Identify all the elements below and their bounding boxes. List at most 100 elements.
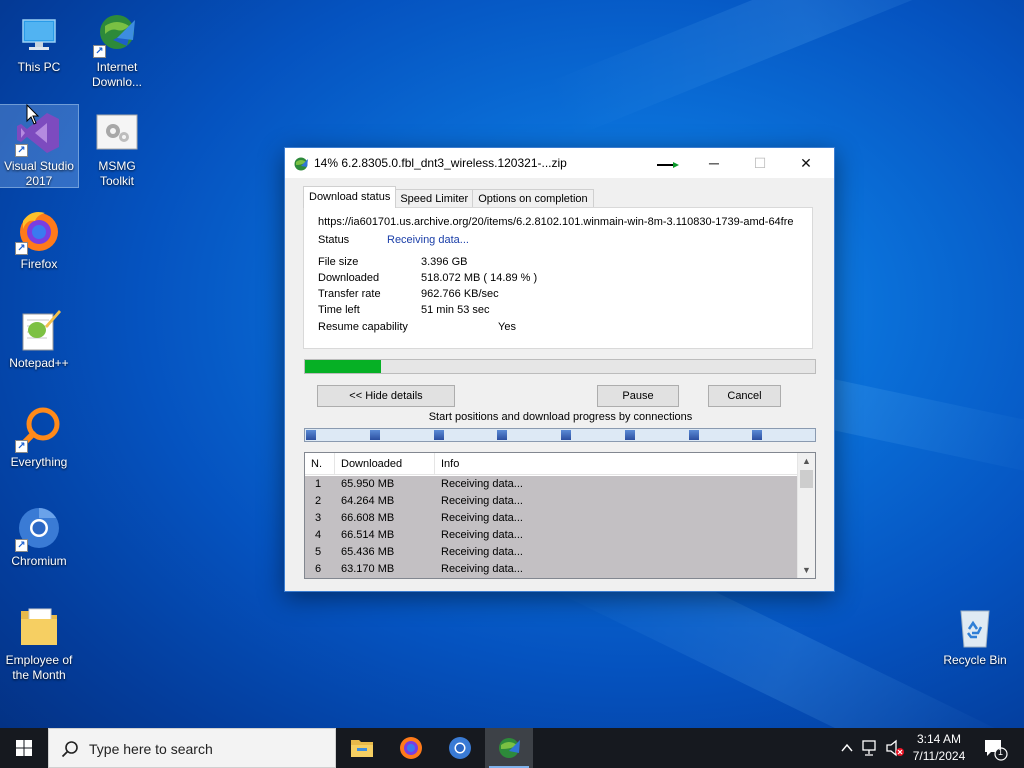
table-scrollbar[interactable]: ▲ ▼ — [797, 453, 815, 578]
tab-download-status[interactable]: Download status — [303, 186, 397, 208]
connection-segment — [625, 430, 635, 440]
table-row[interactable]: 2 64.264 MB Receiving data... — [305, 493, 797, 510]
row-downloaded: 63.170 MB — [341, 563, 395, 575]
table-row[interactable]: 4 66.514 MB Receiving data... — [305, 527, 797, 544]
transfer-rate-label: Transfer rate — [318, 288, 381, 300]
desktop-icon-internet-download-manager[interactable]: ↗ Internet Downlo... — [78, 6, 156, 90]
notification-count: 1 — [998, 747, 1004, 757]
close-button[interactable]: ✕ — [783, 148, 829, 178]
row-info: Receiving data... — [441, 478, 523, 490]
search-icon — [61, 741, 78, 758]
row-number: 5 — [315, 546, 322, 558]
taskbar-idm[interactable] — [485, 728, 533, 768]
row-downloaded: 65.950 MB — [341, 478, 395, 490]
notification-icon — [985, 740, 1008, 761]
desktop-icon-this-pc[interactable]: This PC — [0, 6, 78, 75]
connections-table[interactable]: N. Downloaded Info 1 65.950 MB Receiving… — [304, 452, 816, 579]
scroll-up-arrow-icon[interactable]: ▲ — [798, 453, 815, 469]
row-downloaded: 66.608 MB — [341, 512, 395, 524]
shortcut-arrow-icon: ↗ — [15, 440, 28, 453]
taskbar-firefox[interactable] — [387, 728, 435, 768]
transfer-rate-value: 962.766 KB/sec — [421, 288, 499, 300]
tray-network[interactable] — [860, 728, 880, 768]
taskbar-chromium[interactable] — [436, 728, 484, 768]
chromium-icon: ↗ — [15, 504, 63, 552]
idm-app-icon — [294, 157, 308, 171]
row-downloaded: 65.436 MB — [341, 546, 395, 558]
column-header-info[interactable]: Info — [435, 453, 797, 475]
idm-globe-icon: ↗ — [93, 10, 141, 58]
desktop-icon-everything[interactable]: ↗ Everything — [0, 401, 78, 470]
column-header-downloaded[interactable]: Downloaded — [335, 453, 435, 475]
scrollbar-thumb[interactable] — [800, 470, 813, 488]
taskbar-search-box[interactable]: Type here to search — [48, 728, 336, 768]
resume-capability-label: Resume capability — [318, 321, 408, 333]
desktop-icon-msmg-toolkit[interactable]: MSMG Toolkit — [78, 105, 156, 189]
connection-segment — [689, 430, 699, 440]
window-titlebar[interactable]: 14% 6.2.8305.0.fbl_dnt3_wireless.120321-… — [285, 148, 834, 178]
file-explorer-icon — [351, 740, 373, 757]
taskbar-clock[interactable]: 3:14 AM 7/11/2024 — [900, 731, 978, 765]
shortcut-arrow-icon: ↗ — [93, 45, 106, 58]
cancel-button[interactable]: Cancel — [708, 385, 781, 407]
tab-speed-limiter[interactable]: Speed Limiter — [394, 189, 475, 209]
taskbar: Type here to search 3:14 AM 7/11/2024 1 — [0, 728, 1024, 768]
connection-segment — [561, 430, 571, 440]
row-downloaded: 66.514 MB — [341, 529, 395, 541]
connection-segment — [306, 430, 316, 440]
table-row[interactable]: 3 66.608 MB Receiving data... — [305, 510, 797, 527]
tray-overflow-chevron[interactable] — [838, 728, 856, 768]
row-number: 6 — [315, 563, 322, 575]
time-left-label: Time left — [318, 304, 360, 316]
minimize-button[interactable]: ─ — [691, 148, 737, 178]
idm-globe-icon — [499, 738, 520, 758]
windows-logo-icon — [16, 740, 32, 756]
connection-segment — [752, 430, 762, 440]
row-info: Receiving data... — [441, 529, 523, 541]
connection-segment — [497, 430, 507, 440]
desktop-icon-employee-of-the-month[interactable]: Employee of the Month — [0, 599, 78, 683]
desktop-icon-notepadpp[interactable]: Notepad++ — [0, 302, 78, 371]
row-downloaded: 64.264 MB — [341, 495, 395, 507]
tab-options-on-completion[interactable]: Options on completion — [472, 189, 594, 209]
row-number: 3 — [315, 512, 322, 524]
recycle-bin-icon — [951, 603, 999, 651]
mouse-cursor-icon — [26, 104, 40, 125]
this-pc-icon — [15, 10, 63, 58]
chevron-up-icon — [841, 743, 853, 752]
chromium-icon — [449, 737, 471, 759]
connection-segment — [434, 430, 444, 440]
file-size-label: File size — [318, 256, 359, 268]
column-header-n[interactable]: N. — [305, 453, 335, 475]
desktop-icon-chromium[interactable]: ↗ Chromium — [0, 500, 78, 569]
desktop-icon-firefox[interactable]: ↗ Firefox — [0, 203, 78, 272]
table-row[interactable]: 5 65.436 MB Receiving data... — [305, 544, 797, 561]
status-label: Status — [318, 234, 350, 246]
row-number: 4 — [315, 529, 322, 541]
idm-download-window[interactable]: 14% 6.2.8305.0.fbl_dnt3_wireless.120321-… — [284, 147, 835, 592]
tab-strip: Download status Speed Limiter Options on c… — [303, 186, 594, 209]
network-icon — [862, 740, 876, 756]
time-left-value: 51 min 53 sec — [421, 304, 490, 316]
row-number: 2 — [315, 495, 322, 507]
clock-time: 3:14 AM — [916, 732, 962, 746]
status-value: Receiving data... — [387, 234, 469, 246]
file-size-value: 3.396 GB — [421, 256, 468, 268]
hide-details-button[interactable]: << Hide details — [317, 385, 455, 407]
downloaded-value: 518.072 MB ( 14.89 % ) — [421, 272, 538, 284]
firefox-icon: ↗ — [15, 207, 63, 255]
scroll-down-arrow-icon[interactable]: ▼ — [798, 562, 815, 578]
pause-button[interactable]: Pause — [597, 385, 679, 407]
table-row[interactable]: 1 65.950 MB Receiving data... — [305, 476, 797, 493]
download-progress-bar — [304, 359, 816, 374]
taskbar-file-explorer[interactable] — [338, 728, 386, 768]
table-body: 1 65.950 MB Receiving data... 2 64.264 M… — [305, 476, 797, 578]
folder-icon — [15, 603, 63, 651]
table-row[interactable]: 6 63.170 MB Receiving data... — [305, 561, 797, 578]
action-center-button[interactable]: 1 — [980, 728, 1010, 768]
desktop-icon-recycle-bin[interactable]: Recycle Bin — [936, 599, 1014, 668]
row-info: Receiving data... — [441, 512, 523, 524]
start-button[interactable] — [0, 728, 48, 768]
maximize-button[interactable]: ☐ — [737, 148, 783, 178]
wallpaper-beam — [548, 0, 1024, 138]
